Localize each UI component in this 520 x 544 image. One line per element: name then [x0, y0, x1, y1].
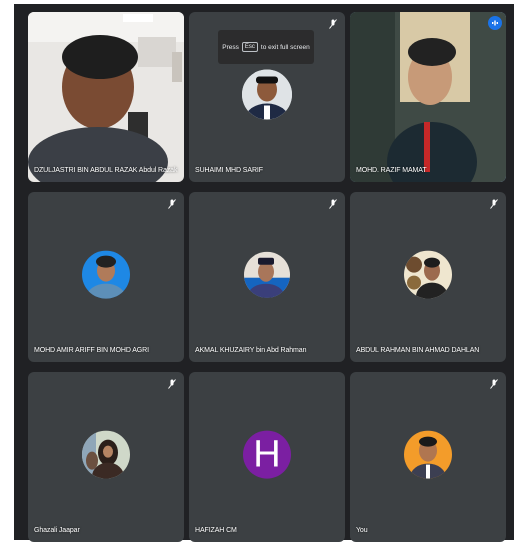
- exit-fullscreen-hint: Press Esc to exit full screen: [218, 30, 314, 64]
- participant-tile[interactable]: H HAFIZAH CM: [189, 372, 345, 542]
- participant-name: Ghazali Jaapar: [34, 527, 80, 534]
- participant-tile[interactable]: ABDUL RAHMAN BIN AHMAD DAHLAN: [350, 192, 506, 362]
- avatar: H: [243, 430, 291, 479]
- avatar: [242, 69, 292, 120]
- avatar: [82, 430, 130, 479]
- avatar: [82, 250, 130, 299]
- participant-name: MOHD AMIR ARIFF BIN MOHD AGRI: [34, 347, 149, 354]
- participant-video: [28, 12, 184, 182]
- participant-tile[interactable]: DZULJASTRI BIN ABDUL RAZAK Abdul Razak: [28, 12, 184, 182]
- participant-name: AKMAL KHUZAIRY bin Abd Rahman: [195, 347, 307, 354]
- participant-tile[interactable]: MOHD. RAZIF MAMAT: [350, 12, 506, 182]
- participant-tile[interactable]: You: [350, 372, 506, 542]
- participant-name: ABDUL RAHMAN BIN AHMAD DAHLAN: [356, 347, 480, 354]
- participant-tile[interactable]: AKMAL KHUZAIRY bin Abd Rahman: [189, 192, 345, 362]
- participant-tile[interactable]: Ghazali Jaapar: [28, 372, 184, 542]
- mic-off-icon: [488, 378, 500, 390]
- participant-name: DZULJASTRI BIN ABDUL RAZAK Abdul Razak: [34, 167, 178, 174]
- avatar: [404, 250, 452, 299]
- speaking-indicator-icon: [488, 16, 502, 30]
- mic-off-icon: [327, 198, 339, 210]
- mic-off-icon: [166, 378, 178, 390]
- participant-name: You: [356, 527, 368, 534]
- mic-off-icon: [327, 18, 339, 30]
- participant-name: MOHD. RAZIF MAMAT: [356, 167, 427, 174]
- avatar: [244, 251, 290, 298]
- avatar-initial: H: [253, 433, 281, 476]
- mic-off-icon: [488, 198, 500, 210]
- participant-name: SUHAIMI MHD SARIF: [195, 167, 263, 174]
- avatar: [404, 430, 452, 479]
- mic-off-icon: [166, 198, 178, 210]
- meeting-grid: DZULJASTRI BIN ABDUL RAZAK Abdul Razak S…: [14, 4, 514, 542]
- participant-video: [350, 12, 506, 182]
- participant-name: HAFIZAH CM: [195, 527, 237, 534]
- hint-press: Press: [222, 43, 239, 51]
- participant-tile[interactable]: MOHD AMIR ARIFF BIN MOHD AGRI: [28, 192, 184, 362]
- esc-key: Esc: [241, 42, 258, 52]
- hint-rest: to exit full screen: [260, 43, 310, 51]
